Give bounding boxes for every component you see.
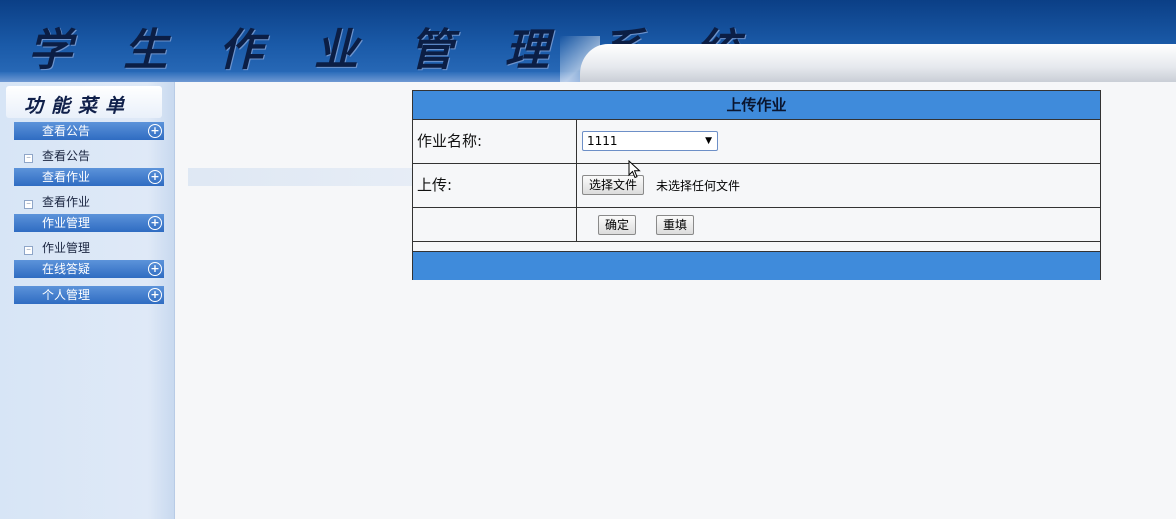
menu-head-label: 查看作业	[42, 170, 91, 184]
expand-icon[interactable]: +	[148, 170, 162, 184]
upload-homework-form: 上传作业 作业名称: 1111 ▼ 上传: 选择文件 未选择任何文件 确定 重填	[412, 90, 1101, 280]
expand-icon[interactable]: +	[148, 288, 162, 302]
upload-label: 上传:	[413, 164, 577, 207]
menu-head-label: 在线答疑	[42, 262, 91, 276]
menu-head-personal-management[interactable]: 个人管理 +	[14, 286, 164, 304]
homework-name-label: 作业名称:	[413, 120, 577, 163]
menu-item-view-homework[interactable]: − 查看作业	[24, 193, 90, 211]
menu-head-homework[interactable]: 查看作业 +	[14, 168, 164, 186]
tree-node-icon: −	[24, 246, 33, 255]
header-shade	[0, 72, 580, 82]
actions-cell: 确定 重填	[578, 208, 1100, 241]
form-row-upload: 上传: 选择文件 未选择任何文件	[413, 164, 1100, 208]
form-row-homework-name: 作业名称: 1111 ▼	[413, 120, 1100, 164]
chevron-down-icon: ▼	[705, 136, 712, 146]
mouse-cursor-icon	[628, 160, 641, 179]
expand-icon[interactable]: +	[148, 216, 162, 230]
menu-item-label: 作业管理	[42, 241, 91, 255]
menu-item-view-announcements[interactable]: − 查看公告	[24, 147, 90, 165]
homework-select-value: 1111	[587, 134, 618, 148]
menu-title-text: 功能菜单	[24, 95, 133, 117]
upload-cell: 选择文件 未选择任何文件	[578, 164, 1100, 207]
menu-item-homework-management[interactable]: − 作业管理	[24, 239, 90, 257]
homework-name-cell: 1111 ▼	[578, 120, 1100, 163]
form-footer-bar	[413, 251, 1100, 280]
form-row-actions: 确定 重填	[413, 208, 1100, 242]
menu-head-label: 个人管理	[42, 288, 91, 302]
sidebar: 功能菜单 查看公告 + − 查看公告 查看作业 + − 查看作业 作业管理 + − 作…	[0, 82, 175, 519]
header-banner: 学 生 作 业 管 理 系 统	[0, 0, 1176, 82]
actions-label-cell	[413, 208, 577, 241]
menu-head-label: 查看公告	[42, 124, 91, 138]
menu-title: 功能菜单	[6, 86, 162, 118]
file-status-text: 未选择任何文件	[656, 179, 741, 193]
menu-head-announcements[interactable]: 查看公告 +	[14, 122, 164, 140]
menu-item-label: 查看公告	[42, 149, 91, 163]
expand-icon[interactable]: +	[148, 124, 162, 138]
confirm-button[interactable]: 确定	[598, 215, 637, 235]
header-swoosh	[580, 44, 1176, 82]
tree-node-icon: −	[24, 200, 33, 209]
expand-icon[interactable]: +	[148, 262, 162, 276]
menu-item-label: 查看作业	[42, 195, 91, 209]
menu-head-online-qa[interactable]: 在线答疑 +	[14, 260, 164, 278]
form-caption: 上传作业	[413, 91, 1100, 120]
homework-select[interactable]: 1111 ▼	[582, 131, 718, 151]
reset-button[interactable]: 重填	[656, 215, 695, 235]
menu-head-label: 作业管理	[42, 216, 91, 230]
tree-node-icon: −	[24, 154, 33, 163]
menu-head-homework-management[interactable]: 作业管理 +	[14, 214, 164, 232]
